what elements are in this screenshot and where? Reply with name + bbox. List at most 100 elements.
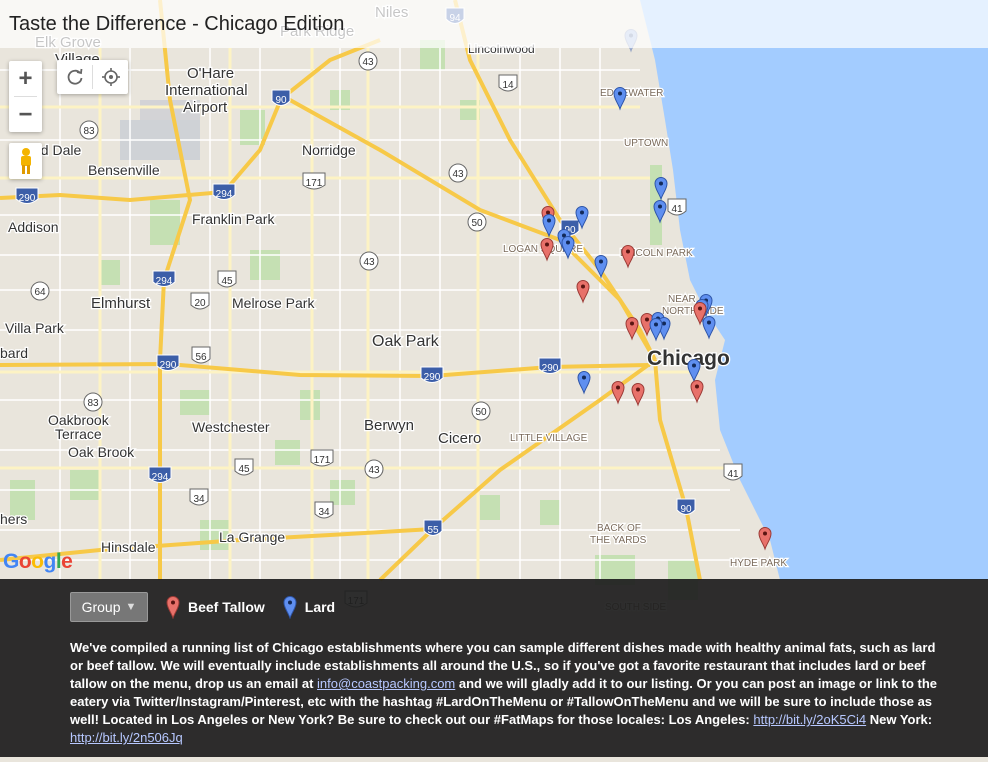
road-shield-label: 90	[680, 504, 692, 515]
place-label: Berwyn	[364, 417, 414, 434]
road-shield: 55	[423, 519, 443, 536]
place-label: Terrace	[55, 426, 102, 442]
place-label: NORTH SIDE	[662, 306, 724, 317]
google-logo[interactable]: Google	[3, 550, 73, 574]
road-shield: 290	[15, 187, 39, 204]
place-label: Villa Park	[5, 320, 65, 336]
road-shield: 64	[30, 281, 50, 301]
chevron-down-icon: ▼	[125, 601, 137, 613]
road-shield: 90	[676, 498, 696, 515]
reset-view-button[interactable]	[57, 60, 92, 94]
road-shield-label: 45	[221, 276, 233, 287]
my-location-button[interactable]	[93, 60, 128, 94]
email-link[interactable]: info@coastpacking.com	[317, 676, 455, 691]
refresh-icon	[67, 68, 82, 85]
road-shield-label: 294	[156, 276, 173, 287]
los-angeles-link[interactable]: http://bit.ly/2oK5Ci4	[753, 712, 866, 727]
road-shield: 171	[310, 449, 334, 467]
place-label: Oak Brook	[68, 444, 135, 460]
road-shield: 43	[359, 251, 379, 271]
road-shield: 43	[364, 459, 384, 479]
road-shield-label: 41	[671, 204, 683, 215]
road-shield: 50	[467, 212, 487, 232]
pegman-icon	[20, 148, 31, 174]
place-label: HYDE PARK	[730, 558, 787, 569]
place-label: LITTLE VILLAGE	[510, 433, 588, 444]
legend: Group ▼ Beef Tallow Lard	[70, 592, 335, 622]
place-label: Hinsdale	[101, 539, 156, 555]
road-shield-label: 290	[160, 360, 177, 371]
road-shield: 294	[148, 466, 172, 483]
description-part-3: New York:	[866, 712, 933, 727]
place-label: Addison	[8, 219, 59, 235]
road-shield: 34	[189, 488, 209, 506]
map-tools	[57, 60, 128, 94]
legend-item-lard[interactable]: Lard	[283, 595, 335, 619]
road-shield: 171	[302, 172, 326, 190]
road-shield-label: 290	[19, 193, 36, 204]
road-shield-label: 55	[427, 525, 439, 536]
road-shield: 90	[271, 89, 291, 106]
beef-tallow-pin-icon	[166, 596, 180, 619]
zoom-out-button[interactable]: −	[9, 97, 42, 132]
place-label: International	[165, 82, 248, 99]
road-shield: 290	[420, 366, 444, 383]
road-shield-label: 45	[238, 464, 250, 475]
place-label: La Grange	[219, 529, 285, 545]
lard-pin-icon	[283, 596, 297, 619]
place-label: UPTOWN	[624, 138, 668, 149]
place-label: THE YARDS	[590, 535, 647, 546]
road-shield: 41	[723, 463, 743, 481]
road-shield-label: 34	[318, 507, 330, 518]
road-shield: 34	[314, 501, 334, 519]
road-shield: 41	[667, 198, 687, 216]
new-york-link[interactable]: http://bit.ly/2n506Jq	[70, 730, 183, 745]
road-shield-label: 20	[194, 298, 206, 309]
place-label: Bensenville	[88, 162, 160, 178]
place-label: Oak Park	[372, 333, 440, 350]
group-button-label: Group	[81, 599, 121, 615]
road-shield: 45	[217, 270, 237, 288]
road-shield-label: 50	[475, 407, 487, 418]
road-shield-label: 90	[275, 95, 287, 106]
road-shield-label: 83	[87, 398, 99, 409]
place-label: bard	[0, 345, 28, 361]
road-shield-label: 294	[152, 472, 169, 483]
road-shield-label: 43	[363, 257, 375, 268]
road-shield: 290	[156, 354, 180, 371]
road-shield: 43	[448, 163, 468, 183]
place-label: EDGEWATER	[600, 88, 663, 99]
road-shield-label: 43	[452, 169, 464, 180]
group-button[interactable]: Group ▼	[70, 592, 148, 622]
road-shield-label: 294	[216, 189, 233, 200]
zoom-in-button[interactable]: +	[9, 61, 42, 96]
place-label: Cicero	[438, 430, 481, 447]
road-shield-label: 83	[83, 126, 95, 137]
road-shield-label: 171	[306, 178, 323, 189]
road-shield-label: 171	[314, 455, 331, 466]
place-label: BACK OF	[597, 523, 641, 534]
legend-label-lard: Lard	[304, 599, 336, 615]
road-shield: 43	[358, 51, 378, 71]
place-label: Elmhurst	[91, 295, 151, 312]
place-label: Airport	[183, 99, 228, 116]
street-view-pegman[interactable]	[9, 143, 42, 179]
place-label: Westchester	[192, 419, 270, 435]
road-shield: 20	[190, 292, 210, 310]
legend-item-beef-tallow[interactable]: Beef Tallow	[166, 595, 265, 619]
road-shield: 56	[191, 346, 211, 364]
road-shield: 50	[471, 401, 491, 421]
road-shield-label: 43	[368, 465, 380, 476]
crosshair-icon	[101, 68, 120, 86]
road-shield-label: 43	[362, 57, 374, 68]
road-shield: 14	[498, 74, 518, 92]
road-shield: 83	[83, 392, 103, 412]
road-shield-label: 14	[502, 80, 514, 91]
road-shield: 290	[538, 357, 562, 374]
road-shield: 294	[212, 183, 236, 200]
road-shield: 294	[152, 270, 176, 287]
road-shield-label: 41	[727, 469, 739, 480]
place-label: Franklin Park	[192, 211, 275, 227]
place-label: NEAR	[668, 294, 696, 305]
place-label: hers	[0, 511, 27, 527]
